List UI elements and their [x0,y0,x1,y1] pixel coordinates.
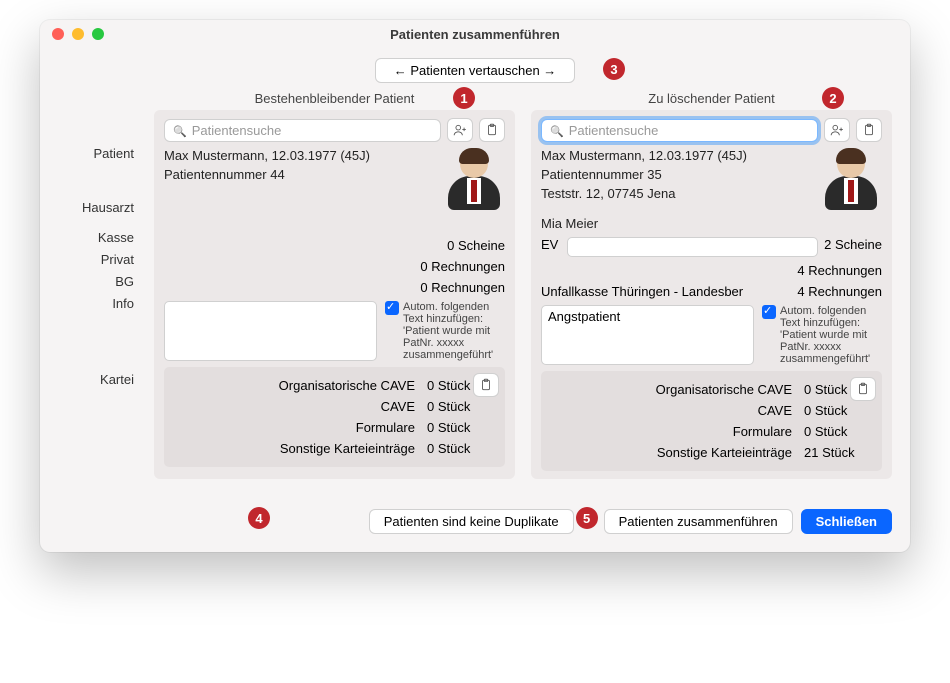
close-window-icon[interactable] [52,28,64,40]
clipboard-button-left[interactable] [479,118,505,142]
kasse-count-right: 2 Scheine [824,237,882,257]
annotation-badge-3: 3 [603,58,625,80]
auto-append-check-right[interactable]: Autom. folgenden Text hinzufügen: 'Patie… [762,305,882,365]
swap-patients-button[interactable]: ← Patienten vertauschen → [375,58,576,83]
bg-count-right: 4 Rechnungen [797,284,882,299]
titlebar: Patienten zusammenführen [40,20,910,48]
annotation-badge-5: 5 [576,507,598,529]
privat-count-right: 4 Rechnungen [797,263,882,278]
patient-number-right: Patientennummer 35 [541,167,816,182]
kartei-summary-right: Organisatorische CAVE0 Stück CAVE0 Stück… [541,371,882,471]
search-icon [550,123,564,138]
annotation-badge-2: 2 [822,87,844,109]
window-title: Patienten zusammenführen [390,27,560,42]
checkbox-icon[interactable] [762,305,776,319]
pick-patient-button-left[interactable] [447,118,473,142]
search-icon [173,123,187,138]
clipboard-button-right[interactable] [856,118,882,142]
avatar-icon [443,148,505,210]
minimize-window-icon[interactable] [72,28,84,40]
search-input-right[interactable]: Patientensuche [541,119,818,142]
window-controls [52,28,104,40]
avatar-icon [820,148,882,210]
patient-number-left: Patientennummer 44 [164,167,439,182]
annotation-badge-1: 1 [453,87,475,109]
pick-patient-button-right[interactable] [824,118,850,142]
hausarzt-right: Mia Meier [541,216,882,231]
maximize-window-icon[interactable] [92,28,104,40]
patient-name-left: Max Mustermann, 12.03.1977 (45J) [164,148,439,163]
kartei-copy-button-left[interactable] [473,373,499,397]
info-textarea-left[interactable] [164,301,377,361]
patient-name-right: Max Mustermann, 12.03.1977 (45J) [541,148,816,163]
merge-patients-button[interactable]: Patienten zusammenführen [604,509,793,534]
delete-patient-panel: Patientensuche Max Mustermann, 12.03.197… [531,110,892,479]
search-input-left[interactable]: Patientensuche [164,119,441,142]
not-duplicates-button[interactable]: Patienten sind keine Duplikate [369,509,574,534]
kartei-copy-button-right[interactable] [850,377,876,401]
row-labels: Patient Hausarzt Kasse Privat BG Info Ka… [58,110,138,479]
close-button[interactable]: Schließen [801,509,892,534]
keep-patient-panel: Patientensuche Max Mustermann, 12.03.197… [154,110,515,479]
keep-patient-header: Bestehenbleibender Patient 1 [154,91,515,106]
hausarzt-left [164,216,505,232]
info-textarea-right[interactable]: Angstpatient [541,305,754,365]
delete-patient-header: Zu löschender Patient 2 [531,91,892,106]
merge-patients-window: Patienten zusammenführen ← Patienten ver… [40,20,910,552]
patient-address-right: Teststr. 12, 07745 Jena [541,186,816,201]
kartei-summary-left: Organisatorische CAVE0 Stück CAVE0 Stück… [164,367,505,467]
auto-append-check-left[interactable]: Autom. folgenden Text hinzufügen: 'Patie… [385,301,505,361]
annotation-badge-4: 4 [248,507,270,529]
checkbox-icon[interactable] [385,301,399,315]
bg-name-right: Unfallkasse Thüringen - Landesber [541,284,797,299]
privat-count-left: 0 Rechnungen [420,259,505,274]
kasse-count-left: 0 Scheine [447,238,505,253]
ev-input-right[interactable] [567,237,818,257]
bg-count-left: 0 Rechnungen [420,280,505,295]
